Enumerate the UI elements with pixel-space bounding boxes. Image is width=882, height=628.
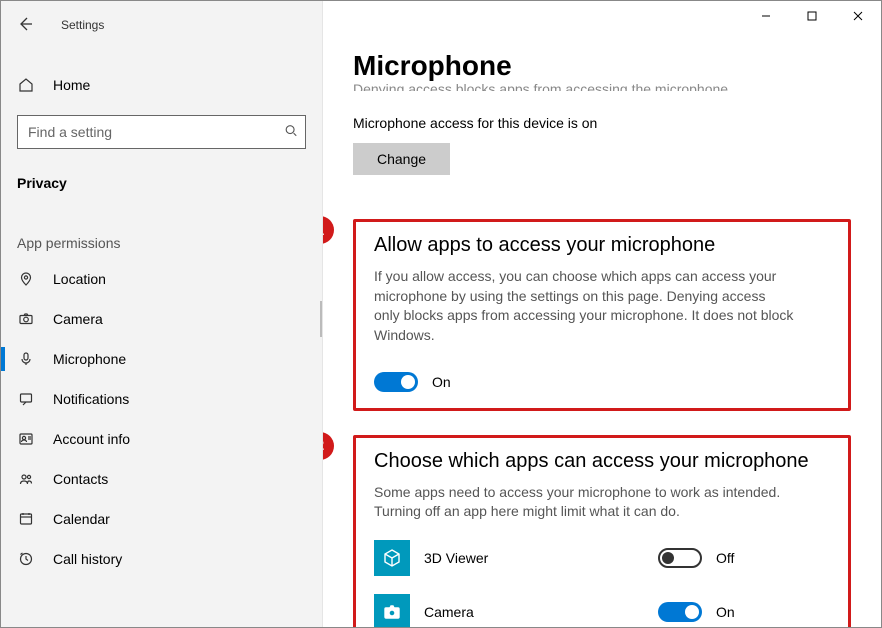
callout-title: Allow apps to access your microphone [374,234,830,257]
account-info-icon [17,431,35,447]
nav: Location Camera Microphone [1,259,322,579]
app-row-camera: Camera On [374,594,830,627]
camera-icon [17,311,35,327]
minimize-button[interactable] [743,1,789,31]
device-access-status: Microphone access for this device is on [353,115,851,131]
sidebar: Settings Home Privacy App permissions [1,1,323,627]
titlebar-left: Settings [1,9,322,41]
main-pane: Microphone Denying access blocks apps fr… [323,1,881,627]
app-toggle-3d-viewer[interactable] [658,548,702,568]
settings-window: Settings Home Privacy App permissions [0,0,882,628]
sidebar-item-microphone[interactable]: Microphone [1,339,322,379]
app-row-3d-viewer: 3D Viewer Off [374,540,830,576]
contacts-icon [17,471,35,487]
back-arrow-icon[interactable] [17,16,33,35]
app-name: Camera [424,604,644,620]
window-controls [323,1,881,38]
sidebar-item-home[interactable]: Home [17,69,306,101]
annotation-badge-2: 2 [323,432,334,460]
home-icon [17,77,35,93]
sidebar-scrollbar[interactable] [320,301,322,337]
clipped-text: Denying access blocks apps from accessin… [353,81,851,91]
sidebar-item-contacts[interactable]: Contacts [1,459,322,499]
search-box[interactable] [17,115,306,149]
microphone-icon [17,351,35,367]
sidebar-item-account-info[interactable]: Account info [1,419,322,459]
app-title: Settings [61,18,104,32]
sidebar-item-notifications[interactable]: Notifications [1,379,322,419]
nav-label: Microphone [53,351,126,367]
nav-label: Notifications [53,391,129,407]
toggle-label: Off [716,550,734,566]
callout-allow-apps: 1 Allow apps to access your microphone I… [353,219,851,410]
annotation-badge-1: 1 [323,216,334,244]
nav-label: Contacts [53,471,108,487]
search-icon [284,124,298,141]
allow-apps-toggle[interactable] [374,372,418,392]
nav-label: Call history [53,551,122,567]
maximize-button[interactable] [789,1,835,31]
section-label: Privacy [17,175,306,191]
calendar-icon [17,511,35,527]
app-name: 3D Viewer [424,550,644,566]
toggle-label: On [716,604,735,620]
toggle-label: On [432,374,451,390]
change-button[interactable]: Change [353,143,450,175]
sidebar-item-camera[interactable]: Camera [1,299,322,339]
nav-label: Calendar [53,511,110,527]
camera-app-icon [374,594,410,627]
sidebar-body: Home Privacy App permissions Location [1,41,322,579]
nav-label: Camera [53,311,103,327]
allow-apps-toggle-row: On [374,372,830,392]
callout-title: Choose which apps can access your microp… [374,450,830,473]
notifications-icon [17,391,35,407]
sidebar-item-calendar[interactable]: Calendar [1,499,322,539]
callout-choose-apps: 2 Choose which apps can access your micr… [353,435,851,627]
home-label: Home [53,77,90,93]
search-input[interactable] [17,115,306,149]
callout-desc: Some apps need to access your microphone… [374,483,794,522]
sidebar-item-location[interactable]: Location [1,259,322,299]
content: Microphone Denying access blocks apps fr… [323,38,881,627]
app-toggle-camera[interactable] [658,602,702,622]
cube-icon [374,540,410,576]
nav-label: Account info [53,431,130,447]
call-history-icon [17,551,35,567]
sidebar-item-call-history[interactable]: Call history [1,539,322,579]
page-title: Microphone [353,50,851,82]
location-icon [17,271,35,287]
nav-label: Location [53,271,106,287]
callout-desc: If you allow access, you can choose whic… [374,267,794,345]
group-label: App permissions [17,235,306,251]
close-button[interactable] [835,1,881,31]
